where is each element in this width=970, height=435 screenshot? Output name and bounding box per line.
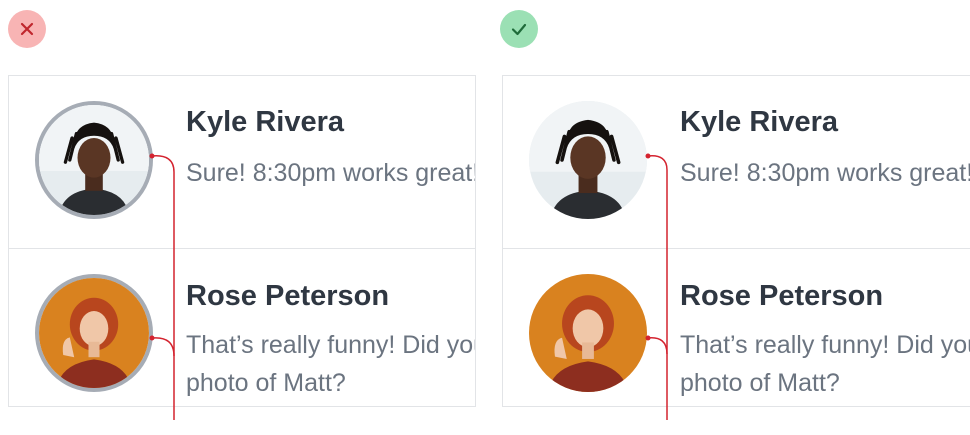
check-icon [511,23,527,36]
incorrect-example-card: Kyle Rivera Sure! 8:30pm works great! Ro… [8,75,476,407]
avatar-kyle [35,101,153,219]
correct-badge [500,10,538,48]
list-item[interactable]: Rose Peterson That’s really funny! Did y… [503,249,970,406]
contact-name: Kyle Rivera [680,106,838,138]
message-line: That’s really funny! Did you see the [680,331,970,359]
list-item[interactable]: Kyle Rivera Sure! 8:30pm works great! [9,76,475,249]
message-line: photo of Matt? [186,369,346,397]
correct-example-card: Kyle Rivera Sure! 8:30pm works great! Ro… [502,75,970,407]
message-line: photo of Matt? [680,369,840,397]
contact-name: Kyle Rivera [186,106,344,138]
avatar-kyle [529,101,647,219]
message-preview: Sure! 8:30pm works great! [186,159,476,187]
message-preview: That’s really funny! Did you see the pho… [680,326,970,402]
message-preview: That’s really funny! Did you see the pho… [186,326,475,402]
contact-name: Rose Peterson [680,280,884,312]
close-icon [20,22,34,36]
list-item[interactable]: Kyle Rivera Sure! 8:30pm works great! [503,76,970,249]
avatar-rose [529,274,647,392]
incorrect-badge [8,10,46,48]
message-line: That’s really funny! Did you see the [186,331,475,359]
message-preview: Sure! 8:30pm works great! [680,159,970,187]
list-item[interactable]: Rose Peterson That’s really funny! Did y… [9,249,475,406]
avatar-rose [35,274,153,392]
contact-name: Rose Peterson [186,280,390,312]
